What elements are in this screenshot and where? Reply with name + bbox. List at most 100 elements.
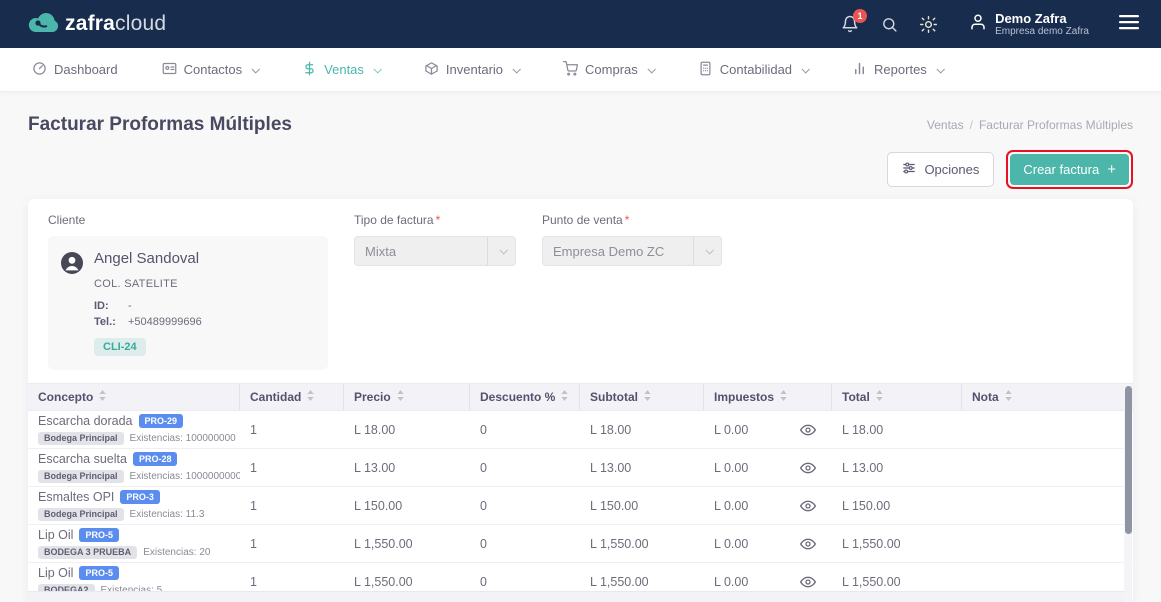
page-title: Facturar Proformas Múltiples (28, 114, 292, 136)
invoice-type-select[interactable]: Mixta (354, 236, 516, 266)
quantity-cell[interactable]: 1 (240, 537, 344, 551)
product-sku-badge: PRO-29 (139, 414, 184, 428)
nav-label: Ventas (324, 62, 364, 77)
nav-item-compras[interactable]: Compras (563, 61, 654, 79)
line-items-table: Concepto Cantidad Precio Descuento % Sub… (28, 383, 1133, 602)
discount-cell[interactable]: 0 (470, 575, 580, 589)
quantity-cell[interactable]: 1 (240, 575, 344, 589)
notifications-bell-icon[interactable]: 1 (841, 15, 859, 33)
table-row[interactable]: Escarcha suelta PRO-28 Bodega Principal … (28, 449, 1133, 487)
breadcrumb-ventas-link[interactable]: Ventas (927, 118, 964, 132)
subtotal-cell: L 13.00 (580, 461, 704, 475)
header-subtotal[interactable]: Subtotal (580, 384, 704, 410)
header-descuento[interactable]: Descuento % (470, 384, 580, 410)
view-taxes-eye-icon[interactable] (800, 460, 816, 476)
options-button[interactable]: Opciones (887, 152, 994, 187)
nav-item-reportes[interactable]: Reportes (852, 61, 943, 79)
nav-label: Reportes (874, 62, 927, 77)
table-row[interactable]: Escarcha dorada PRO-29 Bodega Principal … (28, 411, 1133, 449)
header-precio[interactable]: Precio (344, 384, 470, 410)
header-cantidad[interactable]: Cantidad (240, 384, 344, 410)
inventory-icon (424, 61, 439, 79)
dashboard-icon (32, 61, 47, 79)
nav-label: Contabilidad (720, 62, 792, 77)
price-cell[interactable]: L 18.00 (344, 423, 470, 437)
discount-cell[interactable]: 0 (470, 461, 580, 475)
nav-item-contactos[interactable]: Contactos (162, 61, 259, 79)
create-invoice-button[interactable]: Crear factura + (1010, 154, 1129, 185)
product-sku-badge: PRO-5 (79, 566, 119, 580)
main-nav: Dashboard Contactos Ventas Inventario Co… (0, 48, 1161, 92)
user-menu[interactable]: Demo Zafra Empresa demo Zafra (969, 11, 1089, 38)
required-mark: * (625, 213, 630, 227)
discount-cell[interactable]: 0 (470, 537, 580, 551)
invoice-card: Cliente Angel Sandoval COL. SATELITE ID:… (28, 199, 1133, 602)
tax-cell: L 0.00 (704, 536, 832, 552)
price-cell[interactable]: L 1,550.00 (344, 575, 470, 589)
nav-item-ventas[interactable]: Ventas (302, 61, 380, 79)
search-icon[interactable] (881, 16, 898, 33)
view-taxes-eye-icon[interactable] (800, 536, 816, 552)
view-taxes-eye-icon[interactable] (800, 422, 816, 438)
invoice-form: Cliente Angel Sandoval COL. SATELITE ID:… (28, 199, 1133, 370)
nav-item-dashboard[interactable]: Dashboard (32, 61, 118, 79)
header-impuestos[interactable]: Impuestos (704, 384, 832, 410)
tax-value: L 0.00 (714, 537, 748, 551)
nav-item-contabilidad[interactable]: Contabilidad (698, 61, 808, 79)
client-info-box[interactable]: Angel Sandoval COL. SATELITE ID: - Tel.:… (48, 236, 328, 370)
header-concepto[interactable]: Concepto (28, 384, 240, 410)
view-taxes-eye-icon[interactable] (800, 498, 816, 514)
product-sku-badge: PRO-3 (120, 490, 160, 504)
vertical-scrollbar-track[interactable] (1124, 384, 1132, 602)
vertical-scrollbar-thumb[interactable] (1125, 386, 1132, 534)
stock-label: Existencias: 100000000 (130, 434, 236, 444)
user-icon (969, 13, 987, 36)
discount-cell[interactable]: 0 (470, 499, 580, 513)
stock-label: Existencias: 11.3 (130, 510, 205, 520)
logo[interactable]: zafracloud (26, 10, 166, 38)
contacts-icon (162, 61, 177, 79)
sort-icon (307, 390, 314, 404)
table-row[interactable]: Esmaltes OPI PRO-3 Bodega Principal Exis… (28, 487, 1133, 525)
menu-toggle-icon[interactable] (1119, 14, 1139, 35)
header-total[interactable]: Total (832, 384, 962, 410)
quantity-cell[interactable]: 1 (240, 423, 344, 437)
tax-value: L 0.00 (714, 499, 748, 513)
subtotal-cell: L 1,550.00 (580, 537, 704, 551)
client-id-value: - (128, 298, 132, 314)
horizontal-scrollbar-track[interactable] (28, 591, 1124, 602)
pos-select[interactable]: Empresa Demo ZC (542, 236, 722, 266)
total-cell: L 18.00 (832, 423, 962, 437)
chevron-down-icon (802, 65, 810, 73)
actions-row: Opciones Crear factura + (0, 136, 1161, 199)
invoice-type-label: Tipo de factura* (354, 213, 516, 227)
client-code-badge: CLI-24 (94, 338, 146, 356)
client-column: Cliente Angel Sandoval COL. SATELITE ID:… (48, 213, 328, 370)
quantity-cell[interactable]: 1 (240, 499, 344, 513)
quantity-cell[interactable]: 1 (240, 461, 344, 475)
product-name: Esmaltes OPI (38, 491, 114, 504)
sort-icon (561, 390, 568, 404)
product-name: Lip Oil (38, 567, 73, 580)
notification-count-badge: 1 (853, 9, 867, 23)
nav-label: Dashboard (54, 62, 118, 77)
theme-toggle-sun-icon[interactable] (920, 16, 937, 33)
view-taxes-eye-icon[interactable] (800, 574, 816, 590)
product-name: Lip Oil (38, 529, 73, 542)
price-cell[interactable]: L 13.00 (344, 461, 470, 475)
breadcrumb: Ventas / Facturar Proformas Múltiples (927, 118, 1133, 132)
discount-cell[interactable]: 0 (470, 423, 580, 437)
chevron-down-icon (512, 65, 520, 73)
table-row[interactable]: Lip Oil PRO-5 BODEGA 3 PRUEBA Existencia… (28, 525, 1133, 563)
table-body: Escarcha dorada PRO-29 Bodega Principal … (28, 411, 1133, 601)
plus-icon: + (1107, 163, 1116, 176)
client-tel-row: Tel.: +50489999696 (94, 314, 314, 330)
client-avatar-icon (60, 251, 84, 280)
total-cell: L 1,550.00 (832, 537, 962, 551)
nav-item-inventario[interactable]: Inventario (424, 61, 519, 79)
table-header-row: Concepto Cantidad Precio Descuento % Sub… (28, 383, 1133, 411)
app-root: zafracloud 1 Demo Zafra Empresa demo Zaf… (0, 0, 1161, 602)
price-cell[interactable]: L 1,550.00 (344, 537, 470, 551)
header-nota[interactable]: Nota (962, 384, 1133, 410)
price-cell[interactable]: L 150.00 (344, 499, 470, 513)
